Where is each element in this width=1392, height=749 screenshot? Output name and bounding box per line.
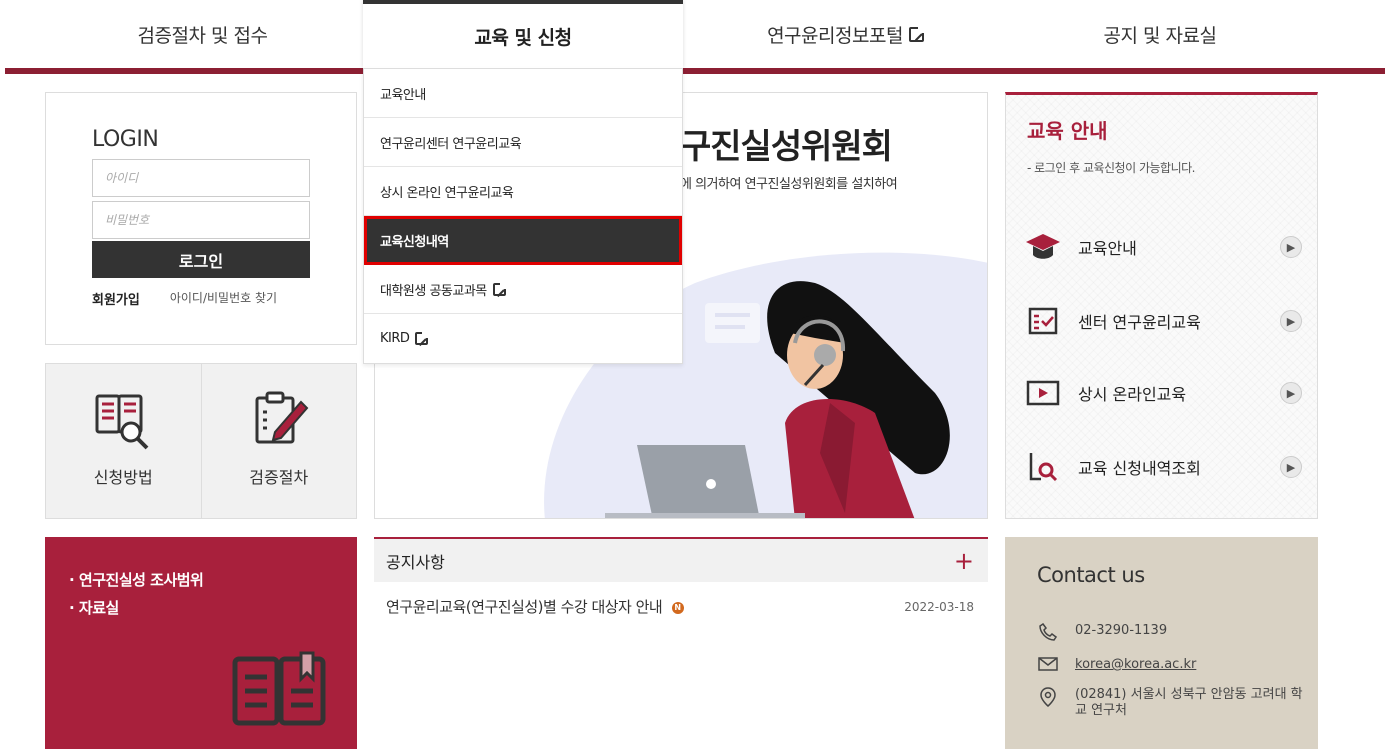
dropdown-item-edu-guide[interactable]: 교육안내 [364, 69, 682, 118]
contact-address: (02841) 서울시 성북구 안암동 고려대 학교 연구처 [1075, 687, 1303, 719]
dropdown-item-online-edu[interactable]: 상시 온라인 연구윤리교육 [364, 167, 682, 216]
nav-ethics-portal-label: 연구윤리정보포털 [767, 24, 903, 47]
nav-ethics-portal[interactable]: 연구윤리정보포털 [683, 0, 1008, 68]
notice-row-date: 2022-03-18 [904, 599, 974, 614]
banner-subtitle: 에 의거하여 연구진실성위원회를 설치하여 [680, 177, 898, 192]
nav-education-label: 교육 및 신청 [474, 26, 572, 49]
graduation-cap-icon [1024, 231, 1062, 263]
chevron-right-icon[interactable]: ▶ [1280, 310, 1302, 332]
document-search-icon [1024, 451, 1062, 483]
education-guide-panel: 교육 안내 - 로그인 후 교육신청이 가능합니다. 교육안내 ▶ 센터 연구윤… [1005, 92, 1318, 519]
chevron-right-icon[interactable]: ▶ [1280, 382, 1302, 404]
notice-row[interactable]: 연구윤리교육(연구진실성)별 수강 대상자 안내 N 2022-03-18 [374, 596, 988, 617]
nav-verification[interactable]: 검증절차 및 접수 [40, 0, 365, 68]
join-link[interactable]: 회원가입 [92, 289, 140, 308]
link-investigation-scope[interactable]: · 연구진실성 조사범위 [69, 569, 204, 590]
contact-email-row: korea@korea.ac.kr [1037, 657, 1196, 673]
quick-link-application-method[interactable]: 신청방법 [46, 364, 201, 518]
guide-item-application-lookup[interactable]: 교육 신청내역조회 ▶ [1024, 447, 1302, 487]
contact-email[interactable]: korea@korea.ac.kr [1075, 657, 1196, 673]
external-link-icon [492, 281, 507, 296]
notice-board: 공지사항 + 연구윤리교육(연구진실성)별 수강 대상자 안내 N 2022-0… [374, 537, 988, 749]
book-search-icon [95, 394, 149, 450]
contact-title: Contact us [1037, 563, 1145, 587]
nav-notices[interactable]: 공지 및 자료실 [1000, 0, 1320, 68]
guide-item-label: 교육안내 [1078, 239, 1137, 258]
contact-phone-row: 02-3290-1139 [1037, 623, 1167, 641]
dropdown-item-label: 교육신청내역 [380, 234, 449, 250]
nav-verification-label: 검증절차 및 접수 [137, 24, 268, 47]
plus-icon[interactable]: + [954, 549, 974, 573]
dropdown-item-application-history[interactable]: 교육신청내역 [364, 216, 682, 265]
dropdown-item-label: 교육안내 [380, 87, 426, 103]
guide-item-edu-guide[interactable]: 교육안내 ▶ [1024, 227, 1302, 267]
phone-icon [1037, 623, 1059, 641]
checklist-icon [1024, 305, 1062, 337]
quick-link-label: 검증절차 [249, 468, 309, 487]
top-navigation: 검증절차 및 접수 교육 및 신청 연구윤리정보포털 공지 및 자료실 [0, 0, 1392, 74]
login-button[interactable]: 로그인 [92, 241, 310, 278]
external-link-icon [908, 25, 925, 42]
dropdown-item-label: 대학원생 공동교과목 [380, 283, 487, 299]
nav-divider-bar [5, 68, 1385, 74]
nav-education[interactable]: 교육 및 신청 [363, 0, 683, 68]
mail-icon [1037, 657, 1059, 671]
dropdown-item-label: 연구윤리센터 연구윤리교육 [380, 136, 522, 152]
dropdown-item-kird[interactable]: KIRD [364, 314, 682, 363]
login-title: LOGIN [92, 127, 159, 152]
location-pin-icon [1037, 687, 1059, 707]
guide-item-label: 센터 연구윤리교육 [1078, 313, 1201, 332]
clipboard-edit-icon [255, 391, 309, 444]
new-badge: N [671, 601, 684, 614]
guide-item-label: 교육 신청내역조회 [1078, 459, 1201, 478]
link-archive[interactable]: · 자료실 [69, 597, 119, 618]
external-link-icon [415, 331, 430, 345]
guide-item-label: 상시 온라인교육 [1078, 385, 1187, 404]
notice-row-title: 연구윤리교육(연구진실성)별 수강 대상자 안내 [386, 598, 663, 616]
contact-panel: Contact us 02-3290-1139 korea@korea.ac.k… [1005, 537, 1318, 749]
dropdown-item-label: KIRD [380, 331, 410, 346]
find-account-link[interactable]: 아이디/비밀번호 찾기 [170, 289, 277, 308]
notice-header: 공지사항 + [374, 537, 988, 582]
notice-title: 공지사항 [386, 552, 445, 572]
guide-item-online-edu[interactable]: 상시 온라인교육 ▶ [1024, 373, 1302, 413]
education-dropdown-menu: 교육안내 연구윤리센터 연구윤리교육 상시 온라인 연구윤리교육 교육신청내역 … [363, 68, 683, 364]
contact-phone: 02-3290-1139 [1075, 623, 1168, 638]
nav-notices-label: 공지 및 자료실 [1103, 24, 1217, 47]
video-play-icon [1024, 377, 1062, 409]
page: 검증절차 및 접수 교육 및 신청 연구윤리정보포털 공지 및 자료실 교육안내… [0, 0, 1392, 749]
guide-title: 교육 안내 [1027, 119, 1108, 143]
dropdown-item-center-edu[interactable]: 연구윤리센터 연구윤리교육 [364, 118, 682, 167]
quick-link-label: 신청방법 [93, 468, 153, 487]
banner-title: 구진실성위원회 [680, 127, 893, 167]
login-panel: LOGIN 아이디 비밀번호 로그인 회원가입 아이디/비밀번호 찾기 [45, 92, 357, 345]
research-integrity-box: · 연구진실성 조사범위 · 자료실 [45, 537, 357, 749]
guide-subtitle: - 로그인 후 교육신청이 가능합니다. [1027, 161, 1195, 175]
dropdown-item-graduate-course[interactable]: 대학원생 공동교과목 [364, 265, 682, 314]
quick-link-verification-process[interactable]: 검증절차 [200, 364, 357, 518]
open-book-icon [232, 651, 326, 726]
guide-item-center-edu[interactable]: 센터 연구윤리교육 ▶ [1024, 301, 1302, 341]
quick-links: 신청방법 검증절차 [45, 363, 357, 519]
dropdown-item-label: 상시 온라인 연구윤리교육 [380, 185, 514, 201]
chevron-right-icon[interactable]: ▶ [1280, 456, 1302, 478]
contact-address-row: (02841) 서울시 성북구 안암동 고려대 학교 연구처 [1037, 687, 1305, 720]
password-input[interactable]: 비밀번호 [92, 201, 310, 239]
chevron-right-icon[interactable]: ▶ [1280, 236, 1302, 258]
username-input[interactable]: 아이디 [92, 159, 310, 197]
login-links: 회원가입 아이디/비밀번호 찾기 [92, 289, 277, 308]
